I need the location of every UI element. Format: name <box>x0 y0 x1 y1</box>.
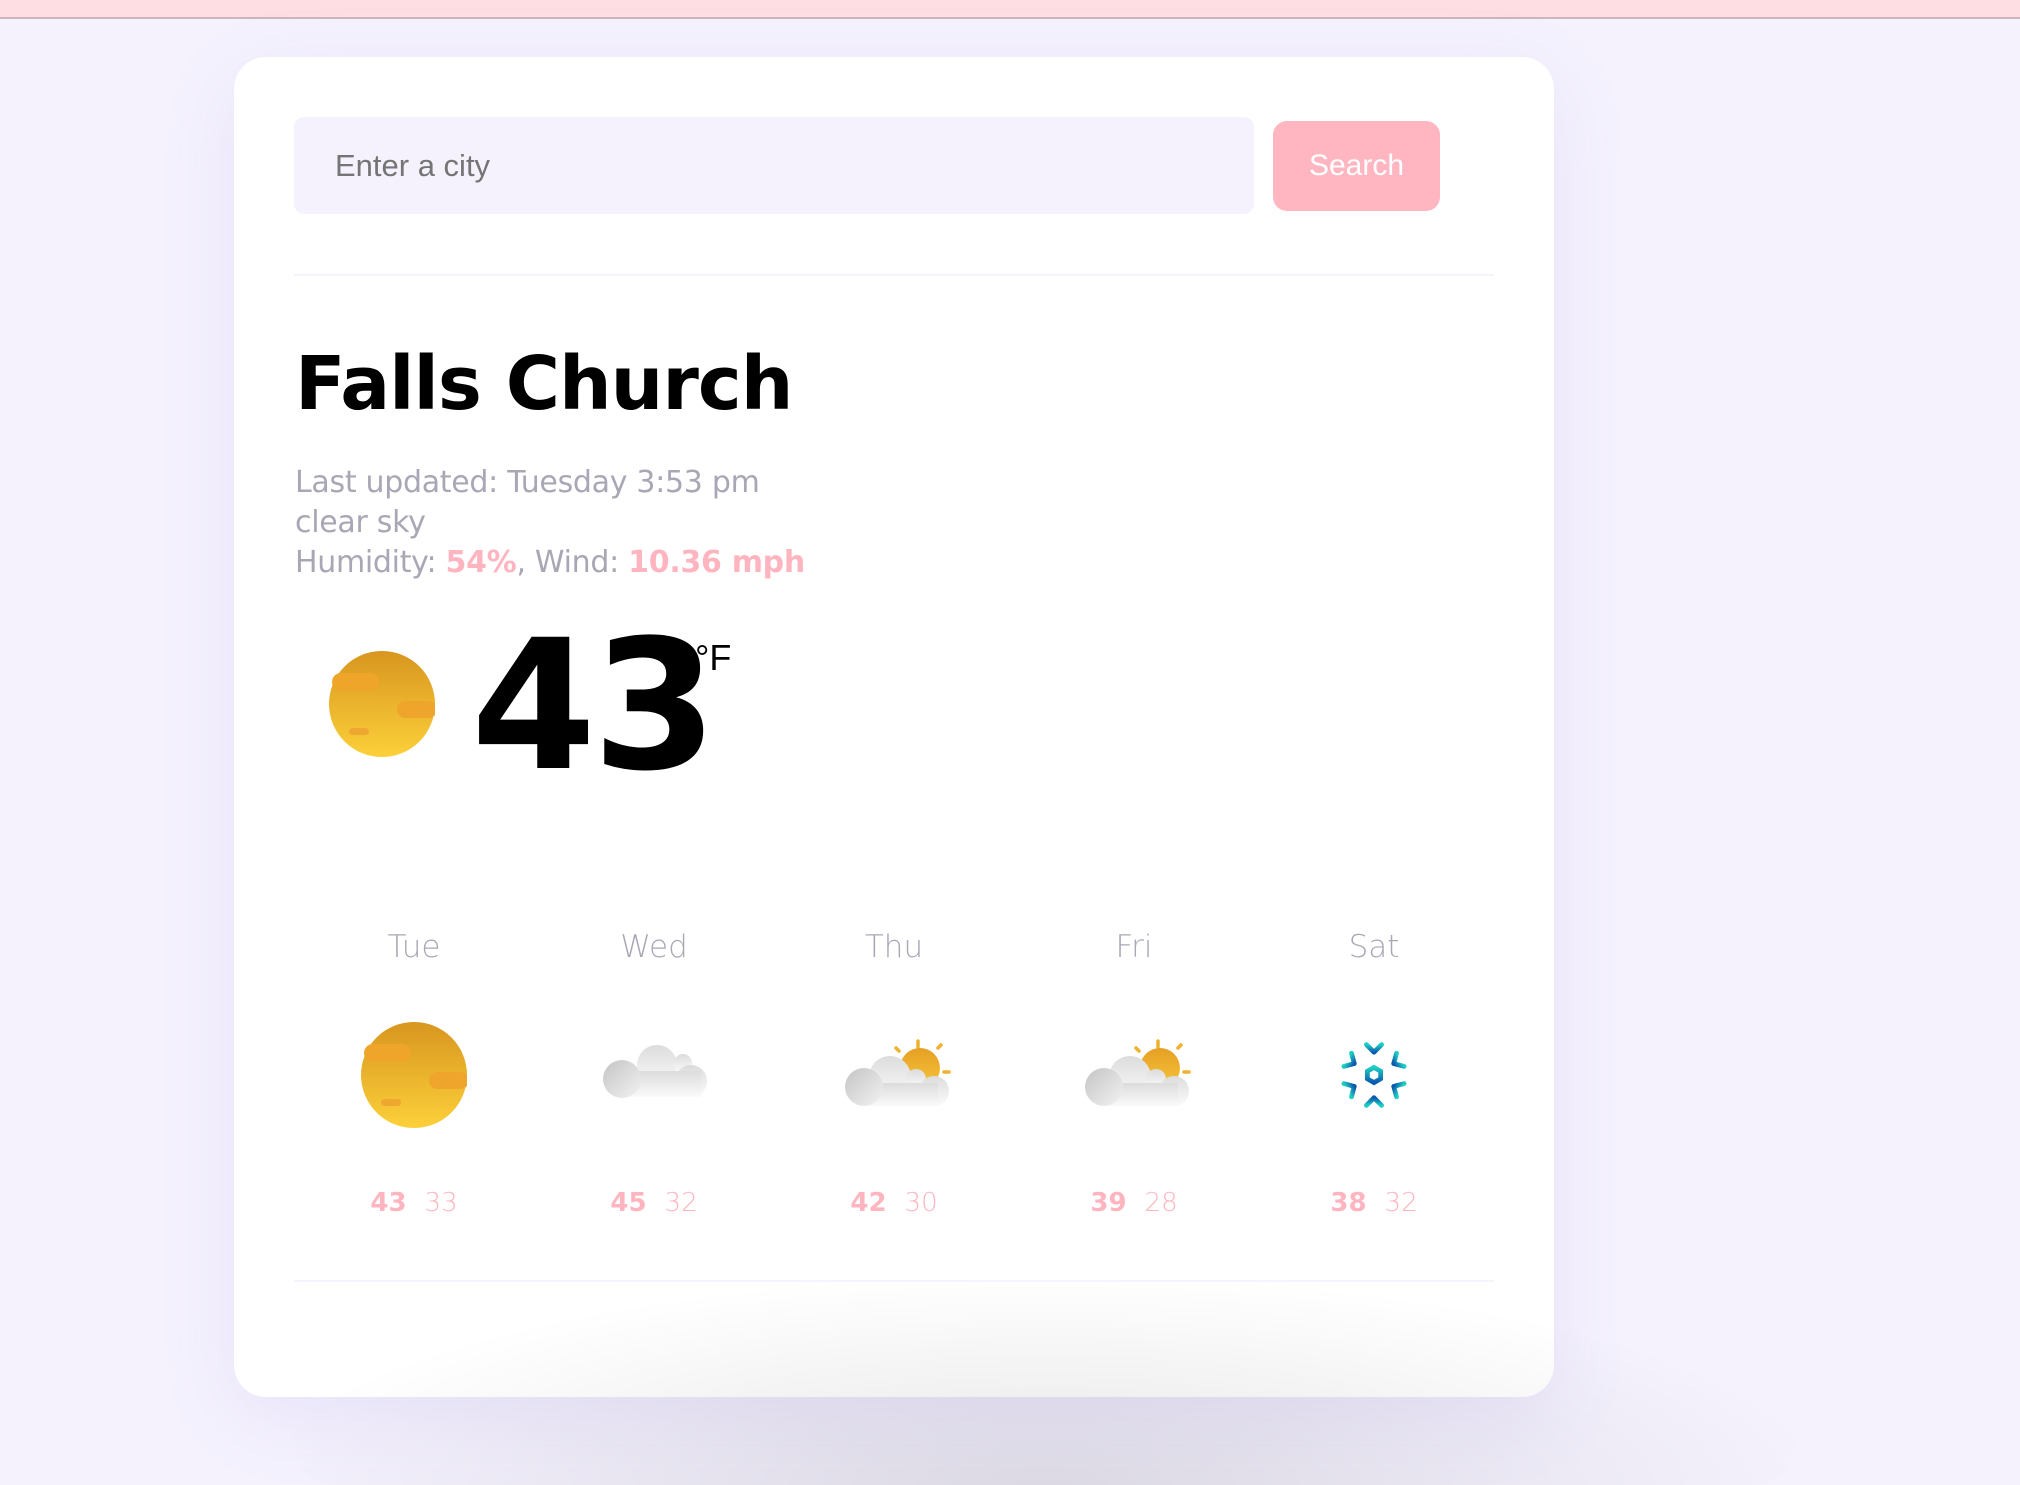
forecast-day-name: Wed <box>620 929 688 965</box>
browser-top-bar <box>0 0 2020 19</box>
forecast-day: Wed 45 32 <box>534 917 774 1277</box>
city-search-input[interactable] <box>294 117 1254 214</box>
weather-description: clear sky <box>295 505 426 540</box>
weather-card: Search Falls Church Last updated: Tuesda… <box>234 57 1794 1485</box>
last-updated-line: Last updated: Tuesday 3:53 pm <box>295 463 805 503</box>
clear-sky-sun-icon <box>329 651 435 757</box>
clear-sky-sun-icon <box>361 1022 467 1128</box>
forecast-temps: 45 32 <box>534 1183 774 1223</box>
search-button[interactable]: Search <box>1273 121 1440 211</box>
wind-label: , Wind: <box>516 545 619 580</box>
weather-details: Last updated: Tuesday 3:53 pm clear sky … <box>295 463 805 583</box>
forecast-temps: 38 32 <box>1254 1183 1494 1223</box>
forecast-day: Tue 43 33 <box>294 917 534 1277</box>
forecast-row: Tue 43 33 Wed 45 32 Thu 42 30 Fri 39 28 … <box>294 917 1494 1277</box>
forecast-high: 43 <box>370 1188 407 1218</box>
last-updated-value: Tuesday 3:53 pm <box>507 465 760 500</box>
forecast-day-name: Fri <box>1115 929 1153 965</box>
forecast-temps: 42 30 <box>774 1183 1014 1223</box>
humidity-value: 54% <box>445 545 517 580</box>
forecast-temps: 39 28 <box>1014 1183 1254 1223</box>
forecast-low: 30 <box>904 1188 938 1218</box>
temperature-unit[interactable]: °F <box>695 637 731 679</box>
last-updated-label: Last updated: <box>295 465 498 500</box>
humidity-wind-line: Humidity: 54%, Wind: 10.36 mph <box>295 543 805 583</box>
forecast-day-name: Thu <box>864 929 924 965</box>
forecast-day: Sat 38 32 <box>1254 917 1494 1277</box>
forecast-day: Fri 39 28 <box>1014 917 1254 1277</box>
humidity-label: Humidity: <box>295 545 437 580</box>
forecast-high: 38 <box>1330 1188 1367 1218</box>
city-name: Falls Church <box>295 341 793 427</box>
forecast-low: 33 <box>424 1188 458 1218</box>
forecast-high: 42 <box>850 1188 887 1218</box>
bottom-divider <box>294 1280 1494 1282</box>
current-temperature: 43 <box>471 602 717 811</box>
forecast-temps: 43 33 <box>294 1183 534 1223</box>
forecast-low: 32 <box>664 1188 698 1218</box>
partly-cloudy-icon <box>1083 1039 1191 1108</box>
forecast-low: 28 <box>1144 1188 1178 1218</box>
forecast-day-name: Sat <box>1348 929 1400 965</box>
forecast-day-name: Tue <box>387 929 441 965</box>
footer-shadow <box>294 1285 1794 1485</box>
forecast-low: 32 <box>1384 1188 1418 1218</box>
forecast-day: Thu 42 30 <box>774 917 1014 1277</box>
snow-icon <box>1314 1015 1434 1135</box>
forecast-high: 45 <box>610 1188 647 1218</box>
top-divider <box>294 274 1494 276</box>
wind-value: 10.36 mph <box>628 545 805 580</box>
cloudy-icon <box>603 1045 707 1098</box>
forecast-high: 39 <box>1090 1188 1127 1218</box>
partly-cloudy-icon <box>843 1039 951 1108</box>
